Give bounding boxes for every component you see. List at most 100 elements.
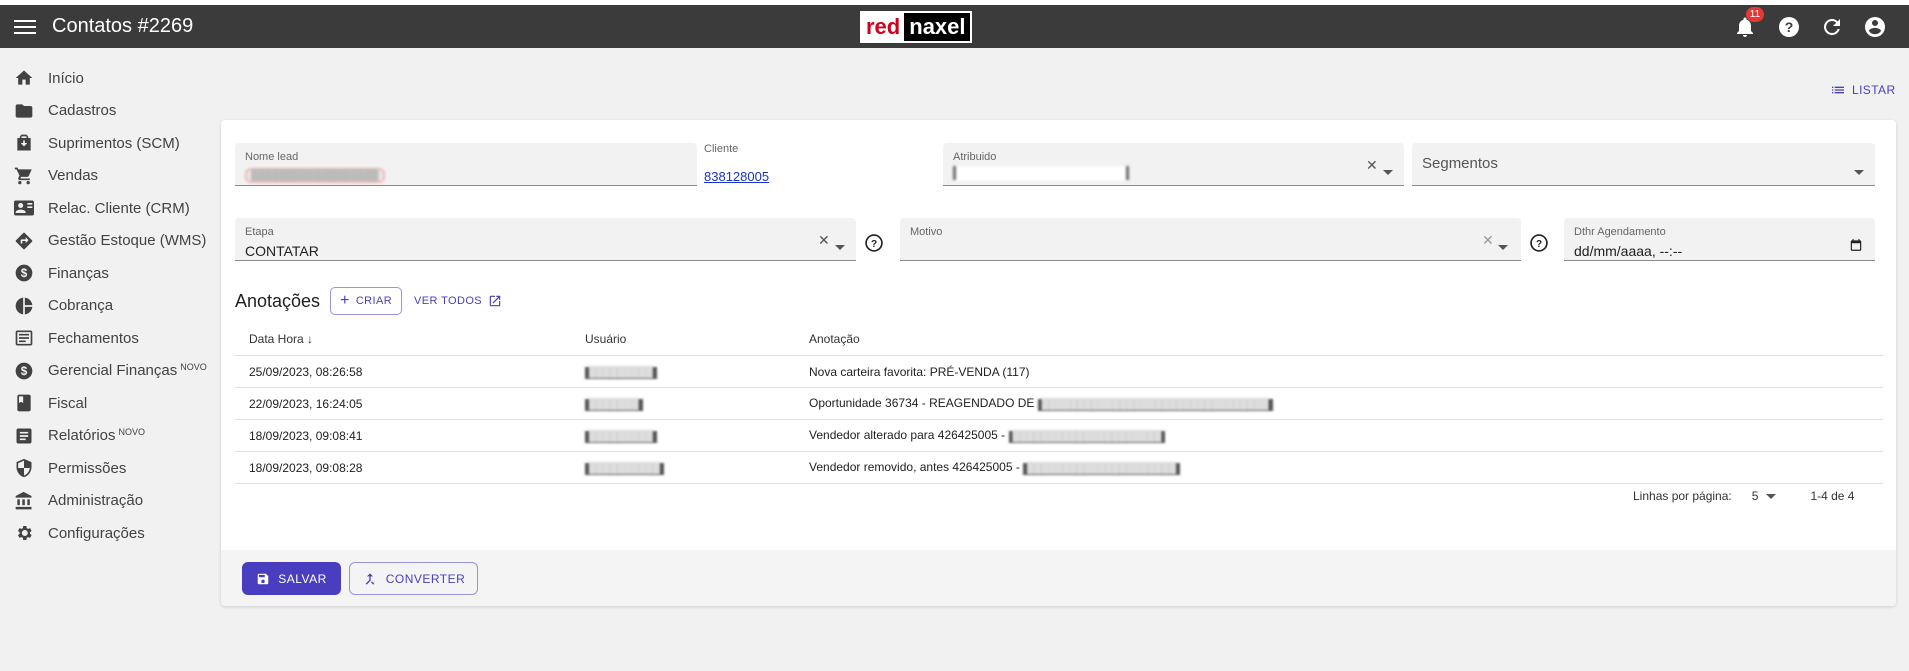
notes-table: Data Hora ↓ Usuário Anotação 25/09/2023,…: [235, 322, 1883, 484]
shield-icon: [16, 459, 32, 478]
svg-text:$: $: [21, 267, 28, 280]
etapa-select[interactable]: Etapa CONTATAR ✕: [235, 218, 856, 261]
report-icon: [16, 428, 32, 444]
sidebar-item-gerencial-financas[interactable]: $ Gerencial Finanças NOVO: [0, 355, 215, 388]
table-header-row: Data Hora ↓ Usuário Anotação: [235, 322, 1883, 356]
calendar-icon[interactable]: [1849, 238, 1863, 255]
svg-text:?: ?: [1785, 19, 1794, 35]
convert-button[interactable]: CONVERTER: [349, 562, 478, 595]
cliente-link[interactable]: 838128005: [704, 169, 769, 184]
note-user: █████████: [585, 367, 657, 379]
book-icon: [17, 394, 31, 412]
note-date: 25/09/2023, 08:26:58: [235, 355, 584, 388]
sidebar-item-suprimentos[interactable]: Suprimentos (SCM): [0, 127, 215, 160]
table-row[interactable]: 18/09/2023, 09:08:41 █████████ Vendedor …: [235, 419, 1883, 452]
menu-icon[interactable]: [14, 17, 36, 35]
pagination-range: 1-4 de 4: [1810, 489, 1855, 503]
nome-lead-value: ██████████████████: [245, 168, 385, 183]
sidebar-item-cadastros[interactable]: Cadastros: [0, 95, 215, 128]
help-circle-icon[interactable]: ?: [1529, 233, 1549, 253]
sidebar-item-administracao[interactable]: Administração: [0, 485, 215, 518]
table-row[interactable]: 25/09/2023, 08:26:58 █████████ Nova cart…: [235, 355, 1883, 388]
chevron-down-icon[interactable]: [1498, 237, 1508, 253]
note-text: Oportunidade 36734 - REAGENDADO DE: [809, 396, 1038, 410]
svg-text:$: $: [21, 365, 28, 378]
sidebar-item-cobranca[interactable]: Cobrança: [0, 290, 215, 323]
svg-text:?: ?: [871, 239, 877, 250]
sidebar-item-crm[interactable]: Relac. Cliente (CRM): [0, 192, 215, 225]
rows-per-page-label: Linhas por página:: [1633, 489, 1732, 503]
notes-header: Anotações + CRIAR VER TODOS: [235, 287, 502, 315]
rows-per-page-select[interactable]: 5: [1752, 489, 1777, 503]
pie-chart-icon: [15, 297, 33, 315]
account-icon[interactable]: [1863, 15, 1887, 39]
create-note-button[interactable]: + CRIAR: [330, 287, 403, 315]
sidebar-item-fechamentos[interactable]: Fechamentos: [0, 322, 215, 355]
note-date: 18/09/2023, 09:08:41: [235, 419, 584, 452]
table-row[interactable]: 18/09/2023, 09:08:28 ██████████ Vendedor…: [235, 451, 1883, 484]
sidebar: Início Cadastros Suprimentos (SCM) Venda…: [0, 62, 215, 550]
atribuido-value: ████████████████████: [953, 166, 1130, 180]
chevron-down-icon[interactable]: [1854, 162, 1864, 178]
sidebar-item-vendas[interactable]: Vendas: [0, 160, 215, 193]
note-date: 18/09/2023, 09:08:28: [235, 451, 584, 484]
dthr-agendamento-input[interactable]: Dthr Agendamento dd/mm/aaaa, --:--: [1564, 218, 1875, 261]
svg-text:?: ?: [1536, 239, 1542, 250]
page-title: Contatos #2269: [52, 15, 194, 37]
new-badge: NOVO: [118, 426, 146, 437]
contact-card-icon: [14, 200, 34, 216]
save-icon: [257, 573, 269, 584]
note-redacted: █████████████████████: [1023, 463, 1180, 475]
sidebar-item-financas[interactable]: $ Finanças: [0, 257, 215, 290]
sidebar-item-wms[interactable]: Gestão Estoque (WMS): [0, 225, 215, 258]
column-header-usuario[interactable]: Usuário: [584, 322, 808, 356]
cliente-field: Cliente 838128005: [704, 143, 770, 184]
chevron-down-icon: [1766, 493, 1777, 499]
help-circle-icon[interactable]: ?: [864, 233, 884, 253]
chevron-down-icon[interactable]: [835, 237, 845, 253]
note-redacted: █████████████████████: [1008, 431, 1166, 443]
note-redacted: ████████████████████████████████: [1037, 399, 1273, 411]
sidebar-item-fiscal[interactable]: Fiscal: [0, 387, 215, 420]
new-badge: NOVO: [180, 361, 207, 372]
note-text: Vendedor alterado para 426425005 -: [809, 428, 1009, 442]
list-box-icon: [15, 330, 33, 346]
gear-icon: [17, 526, 32, 541]
save-button[interactable]: SALVAR: [242, 562, 341, 595]
notification-badge: 11: [1746, 7, 1764, 22]
list-button[interactable]: LISTAR: [1830, 82, 1896, 98]
table-pagination: Linhas por página: 5 1-4 de 4: [1633, 489, 1854, 503]
sidebar-item-inicio[interactable]: Início: [0, 62, 215, 95]
sidebar-item-permissoes[interactable]: Permissões: [0, 452, 215, 485]
box-icon: [17, 134, 31, 151]
warehouse-diamond-icon: [15, 232, 33, 250]
sidebar-item-relatorios[interactable]: Relatórios NOVO: [0, 420, 215, 453]
segmentos-select[interactable]: Segmentos: [1412, 143, 1875, 186]
folder-icon: [15, 104, 33, 118]
cart-icon: [14, 167, 32, 185]
nome-lead-field[interactable]: Nome lead ██████████████████: [235, 143, 697, 186]
notes-title: Anotações: [235, 290, 321, 311]
note-text: Vendedor removido, antes 426425005 -: [809, 460, 1024, 474]
column-header-anotacao[interactable]: Anotação: [808, 322, 1883, 356]
view-all-button[interactable]: VER TODOS: [414, 294, 502, 308]
help-icon[interactable]: ?: [1777, 15, 1801, 39]
motivo-select[interactable]: Motivo ✕: [900, 218, 1521, 261]
note-text: Nova carteira favorita: PRÉ-VENDA (117): [809, 364, 1030, 379]
note-user: ███████: [585, 399, 643, 411]
open-in-new-icon: [489, 295, 501, 307]
home-icon: [15, 70, 33, 85]
chevron-down-icon[interactable]: [1383, 162, 1393, 178]
merge-icon: [365, 572, 374, 585]
clear-icon[interactable]: ✕: [1482, 232, 1494, 249]
app-bar: Contatos #2269 red naxel 11 ?: [0, 5, 1909, 48]
rednaxel-logo: red naxel: [860, 11, 972, 43]
atribuido-select[interactable]: Atribuido ████████████████████ ✕: [943, 143, 1404, 186]
column-header-data-hora[interactable]: Data Hora ↓: [235, 322, 584, 356]
clear-icon[interactable]: ✕: [1366, 157, 1378, 174]
table-row[interactable]: 22/09/2023, 16:24:05 ███████ Oportunidad…: [235, 387, 1883, 420]
dollar-circle-icon: $: [15, 264, 33, 282]
sidebar-item-configuracoes[interactable]: Configurações: [0, 517, 215, 550]
clear-icon[interactable]: ✕: [818, 232, 830, 249]
refresh-icon[interactable]: [1820, 15, 1844, 39]
